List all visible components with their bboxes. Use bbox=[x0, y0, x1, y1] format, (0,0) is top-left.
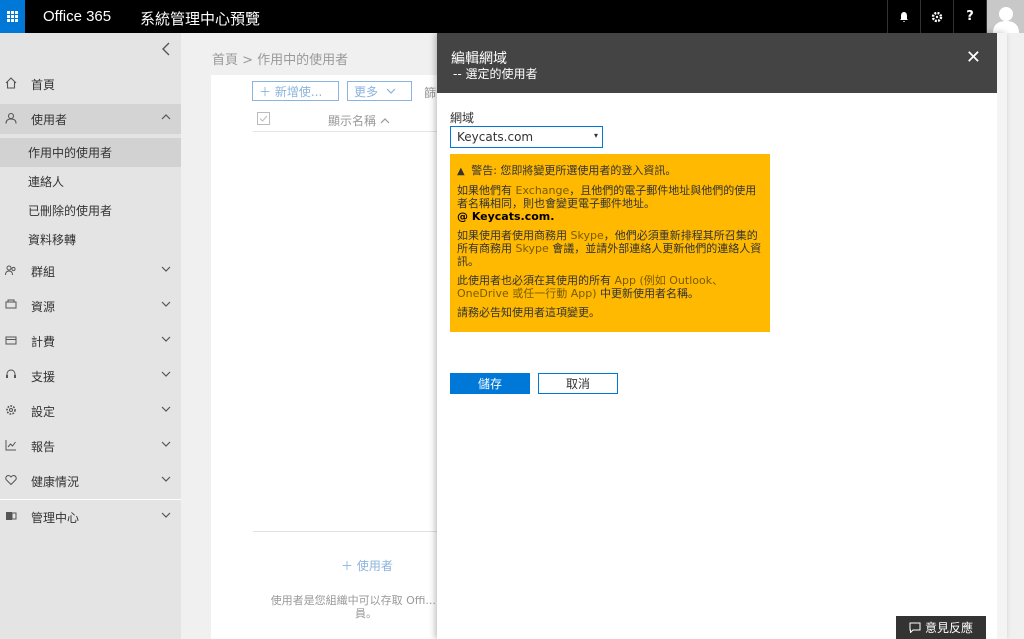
billing-icon bbox=[0, 334, 22, 349]
chevron-down-icon bbox=[161, 336, 171, 342]
sidebar-item-reports[interactable]: 報告 bbox=[0, 431, 181, 461]
domain-select-value: Keycats.com bbox=[457, 130, 534, 144]
warning-heading: 警告: 您即將變更所選使用者的登入資訊。 bbox=[471, 164, 677, 177]
sidebar-item-support[interactable]: 支援 bbox=[0, 361, 181, 391]
breadcrumb: 首頁 > 作用中的使用者 bbox=[212, 53, 349, 68]
waffle-icon[interactable] bbox=[0, 0, 25, 33]
app-title: 系統管理中心預覽 bbox=[140, 10, 261, 28]
sidebar-item-label: 支援 bbox=[31, 369, 56, 384]
sidebar-item-label: 使用者 bbox=[31, 112, 68, 127]
warning-icon: ▲ bbox=[457, 166, 465, 177]
exchange-link: Exchange bbox=[515, 184, 570, 197]
close-icon[interactable]: ✕ bbox=[966, 47, 981, 68]
warning-skype-paragraph: 如果使用者使用商務用 Skype，他們必須重新排程其所召集的所有商務用 Skyp… bbox=[457, 229, 763, 268]
admin-center-icon bbox=[0, 510, 22, 525]
home-icon bbox=[0, 76, 22, 92]
save-button[interactable]: 儲存 bbox=[450, 373, 530, 394]
help-icon[interactable]: ? bbox=[953, 0, 986, 33]
column-display-name[interactable]: 顯示名稱 bbox=[328, 112, 390, 129]
sidebar-item-label: 設定 bbox=[31, 404, 56, 419]
settings-icon bbox=[0, 404, 22, 419]
sidebar: 首頁 使用者 作用中的使用者 連絡人 已刪除的使用者 資料移轉 群組 資源 計費 bbox=[0, 33, 181, 639]
warning-heading-row: ▲ 警告: 您即將變更所選使用者的登入資訊。 bbox=[457, 164, 763, 178]
sidebar-subitem-deleted-users[interactable]: 已刪除的使用者 bbox=[0, 196, 181, 225]
warning-exchange-paragraph: 如果他們有 Exchange，且他們的電子郵件地址與他們的使用者名稱相同，則也會… bbox=[457, 184, 763, 223]
chevron-down-icon bbox=[386, 88, 396, 94]
warning-text: 中更新使用者名稱。 bbox=[596, 287, 699, 300]
sidebar-subitem-active-users[interactable]: 作用中的使用者 bbox=[0, 138, 181, 167]
warning-notify-paragraph: 請務必告知使用者這項變更。 bbox=[457, 306, 600, 319]
comment-icon bbox=[909, 622, 921, 633]
sidebar-divider bbox=[0, 499, 181, 500]
sidebar-item-label: 管理中心 bbox=[31, 510, 80, 525]
health-icon bbox=[0, 474, 22, 489]
panel-header: 編輯網域 -- 選定的使用者 ✕ bbox=[437, 33, 1007, 93]
chevron-down-icon bbox=[161, 301, 171, 307]
warning-text: 如果他們有 bbox=[457, 184, 516, 197]
panel-subtitle: -- 選定的使用者 bbox=[453, 67, 538, 81]
chevron-down-icon bbox=[161, 406, 171, 412]
sidebar-item-home[interactable]: 首頁 bbox=[0, 69, 181, 99]
chevron-up-icon bbox=[161, 114, 171, 120]
feedback-button[interactable]: 意見反應 bbox=[896, 616, 986, 639]
user-icon bbox=[0, 112, 22, 127]
warning-text: 如果使用者使用商務用 bbox=[457, 229, 571, 242]
report-icon bbox=[0, 439, 22, 454]
add-user-button[interactable]: ＋ 新增使... bbox=[252, 81, 339, 101]
edit-domain-panel: 編輯網域 -- 選定的使用者 ✕ 網域 Keycats.com ▾ ▲ 警告: … bbox=[437, 33, 1007, 639]
sidebar-item-label: 資源 bbox=[31, 299, 56, 314]
top-icons: ? bbox=[887, 0, 1024, 33]
column-display-name-label: 顯示名稱 bbox=[328, 114, 377, 128]
chevron-down-icon bbox=[161, 266, 171, 272]
empty-state-description: 使用者是您組織中可以存取 Offi... 的人員。 bbox=[270, 594, 462, 620]
resource-icon bbox=[0, 299, 22, 314]
sidebar-item-resources[interactable]: 資源 bbox=[0, 291, 181, 321]
group-icon bbox=[0, 264, 22, 279]
domain-field-label: 網域 bbox=[450, 111, 475, 125]
select-all-checkbox[interactable] bbox=[257, 112, 270, 128]
sidebar-item-label: 計費 bbox=[31, 334, 56, 349]
avatar[interactable] bbox=[986, 0, 1024, 33]
sidebar-subitem-data-migration[interactable]: 資料移轉 bbox=[0, 225, 181, 254]
sort-ascending-icon bbox=[380, 117, 390, 123]
warning-domain: @ Keycats.com. bbox=[457, 210, 555, 223]
sidebar-item-billing[interactable]: 計費 bbox=[0, 326, 181, 356]
empty-add-user-link[interactable]: ＋ 使用者 bbox=[341, 557, 393, 574]
sidebar-subitem-contacts[interactable]: 連絡人 bbox=[0, 167, 181, 196]
bell-icon[interactable] bbox=[887, 0, 920, 33]
gear-icon[interactable] bbox=[920, 0, 953, 33]
chevron-down-icon bbox=[161, 441, 171, 447]
domain-select[interactable]: Keycats.com ▾ bbox=[450, 126, 603, 148]
dropdown-arrow-icon: ▾ bbox=[593, 131, 598, 140]
chevron-down-icon bbox=[161, 512, 171, 518]
sidebar-item-users[interactable]: 使用者 bbox=[0, 104, 181, 134]
sidebar-item-health[interactable]: 健康情況 bbox=[0, 466, 181, 496]
sidebar-item-admin-centers[interactable]: 管理中心 bbox=[0, 502, 181, 532]
header-divider bbox=[253, 131, 438, 132]
filter-label[interactable]: 篩 bbox=[424, 84, 436, 101]
skype-link: Skype bbox=[515, 242, 549, 255]
more-button[interactable]: 更多 bbox=[347, 81, 412, 101]
sidebar-item-label: 報告 bbox=[31, 439, 56, 454]
warning-box: ▲ 警告: 您即將變更所選使用者的登入資訊。 如果他們有 Exchange，且他… bbox=[450, 154, 770, 332]
feedback-label: 意見反應 bbox=[924, 621, 973, 635]
top-bar: Office 365 系統管理中心預覽 ? bbox=[0, 0, 1024, 33]
warning-text: 此使用者也必須在其使用的所有 bbox=[457, 274, 615, 287]
brand-name[interactable]: Office 365 bbox=[43, 8, 111, 25]
cancel-button[interactable]: 取消 bbox=[538, 373, 618, 394]
list-footer-divider bbox=[253, 531, 438, 532]
warning-apps-paragraph: 此使用者也必須在其使用的所有 App (例如 Outlook、OneDrive … bbox=[457, 274, 763, 300]
sidebar-item-settings[interactable]: 設定 bbox=[0, 396, 181, 426]
sidebar-item-label: 首頁 bbox=[31, 77, 56, 92]
support-icon bbox=[0, 368, 22, 384]
more-button-label: 更多 bbox=[354, 84, 379, 99]
panel-scrollbar[interactable] bbox=[997, 33, 1007, 639]
skype-link: Skype bbox=[570, 229, 604, 242]
chevron-down-icon bbox=[161, 371, 171, 377]
chevron-down-icon bbox=[161, 476, 171, 482]
sidebar-item-label: 群組 bbox=[31, 264, 56, 279]
sidebar-item-label: 健康情況 bbox=[31, 474, 80, 489]
collapse-sidebar-icon[interactable] bbox=[161, 41, 171, 60]
sidebar-item-groups[interactable]: 群組 bbox=[0, 256, 181, 286]
